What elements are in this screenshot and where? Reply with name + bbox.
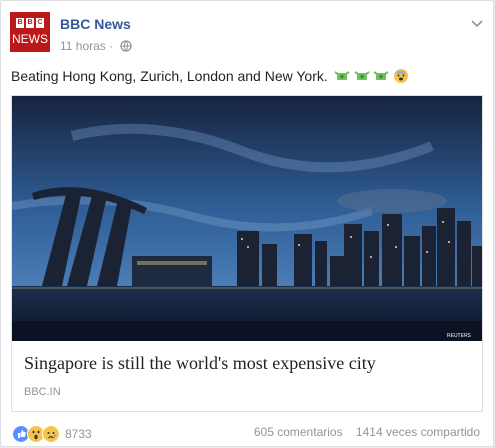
post-timestamp[interactable]: 11 horas [60,39,106,53]
reaction-count[interactable]: 8733 [65,427,92,441]
link-preview[interactable]: REUTERS Singapore is still the world's m… [11,95,483,412]
sad-reaction-icon [42,425,60,443]
page-name-link[interactable]: BBC News [60,16,131,32]
post-card: B B C NEWS BBC News 11 horas · Beating H… [0,0,494,447]
fearful-face-icon [394,69,409,83]
comments-count-link[interactable]: 605 comentarios [254,425,343,439]
image-credit: REUTERS [447,333,472,339]
globe-icon [119,40,132,55]
money-with-wings-icon [334,71,350,80]
link-domain: BBC.IN [24,386,61,398]
bbc-logo-letter: C [36,18,44,28]
reaction-summary[interactable]: 8733 [12,425,92,443]
engagement-stats: 605 comentarios 1414 veces compartido [254,425,480,439]
link-preview-image[interactable]: REUTERS [12,96,482,341]
post-emojis [334,68,410,87]
bbc-logo-letter: B [26,18,34,28]
chevron-down-icon[interactable] [471,15,483,33]
link-title[interactable]: Singapore is still the world's most expe… [24,353,376,374]
avatar[interactable]: B B C NEWS [10,12,50,52]
post-message: Beating Hong Kong, Zurich, London and Ne… [11,68,328,84]
bbc-logo-letter: B [16,18,24,28]
meta-separator: · [109,39,114,53]
bbc-logo: B B C [16,18,44,28]
money-with-wings-icon [354,71,370,80]
post-meta: 11 horas · [60,39,132,55]
post-text: Beating Hong Kong, Zurich, London and Ne… [11,68,409,87]
shares-count-link[interactable]: 1414 veces compartido [356,425,480,439]
avatar-news-text: NEWS [12,32,48,46]
money-with-wings-icon [373,71,390,80]
